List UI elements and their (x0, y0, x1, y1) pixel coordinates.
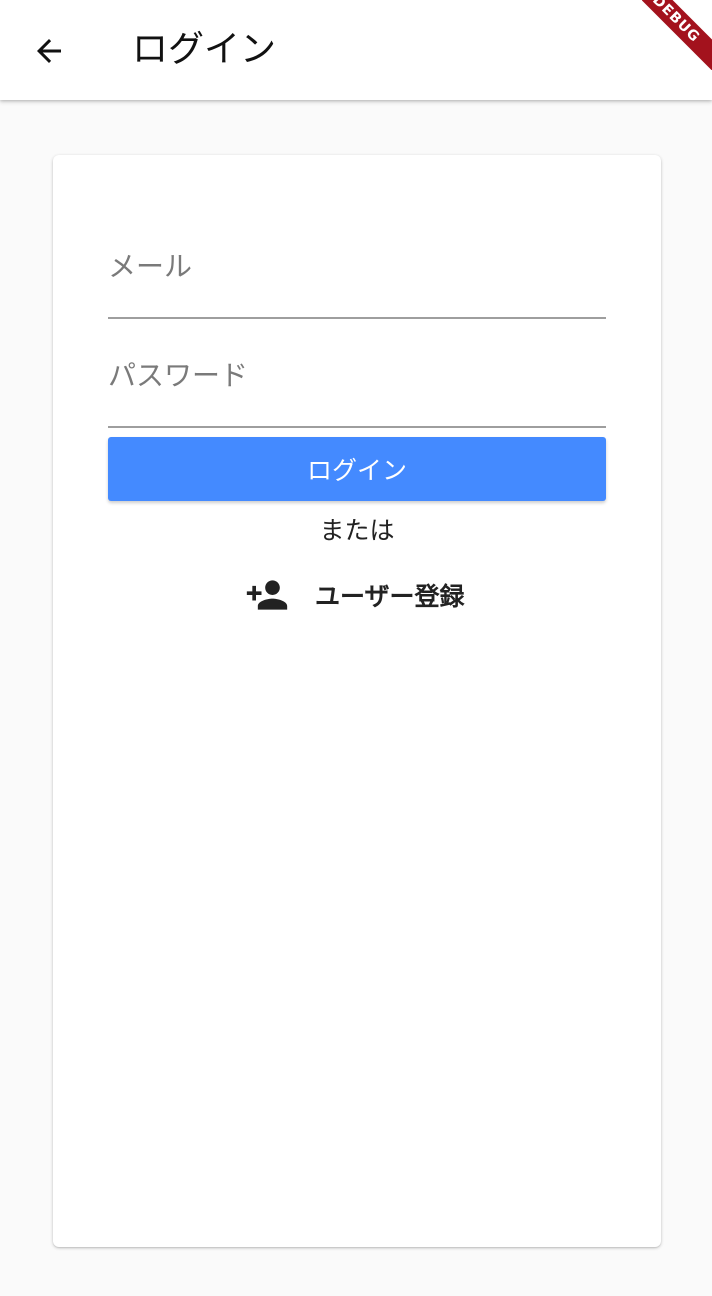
or-separator-text: または (319, 516, 395, 545)
login-button[interactable]: ログイン (108, 437, 606, 501)
person-add-icon (245, 578, 289, 612)
login-card: ログイン または ユーザー登録 (53, 155, 661, 1247)
page-title: ログイン (132, 29, 277, 70)
register-label: ユーザー登録 (315, 582, 465, 611)
email-underline (108, 317, 606, 319)
debug-banner-label: DEBUG (642, 0, 712, 70)
debug-banner: DEBUG (642, 0, 712, 70)
email-input[interactable] (108, 235, 606, 297)
password-underline (108, 426, 606, 428)
app-bar: ログイン (0, 0, 712, 100)
back-button[interactable] (24, 26, 74, 76)
email-field[interactable] (108, 235, 606, 319)
password-field[interactable] (108, 344, 606, 428)
register-button[interactable]: ユーザー登録 (237, 567, 477, 623)
password-input[interactable] (108, 344, 606, 406)
arrow-left-icon (37, 39, 61, 63)
